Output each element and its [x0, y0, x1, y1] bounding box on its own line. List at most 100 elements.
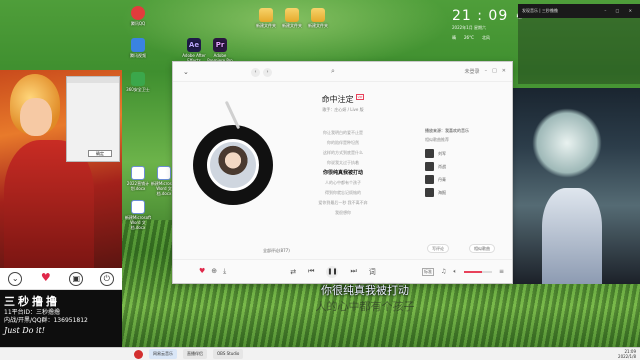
desktop-icon-label: 360安全卫士 [126, 87, 150, 92]
live-controls: ⌄ ♥ ▣ ⏻ [0, 268, 122, 290]
gift-icon[interactable]: ▣ [69, 271, 84, 286]
desktop-icon-qq[interactable]: 腾讯QQ [124, 6, 152, 26]
tray-date: 2022/1/8 [618, 354, 636, 359]
right-panel-titlebar: 发现音乐 | 三秒撸撸 – □ ✕ [518, 4, 640, 18]
desktop-icon-label: 新建Microsoft Word 文档.docx [124, 215, 152, 230]
play-source[interactable]: 播放来源：我喜欢的音乐 [425, 128, 505, 134]
shield-icon [131, 72, 145, 86]
webcam-overlay: 确定 [0, 70, 122, 270]
folder-icon [285, 8, 299, 22]
lyric-line[interactable]: 这样的方式到底是什么 [283, 148, 403, 158]
desktop-icon-label: 腾讯视频 [130, 53, 146, 58]
playlist-icon[interactable]: ≡ [499, 268, 504, 275]
song-thumbnail [425, 149, 434, 158]
wind-label: 北风 [481, 35, 490, 40]
signature: Just Do it! [4, 326, 45, 335]
video-icon [131, 38, 145, 52]
heart-icon[interactable]: ♥ [199, 267, 205, 276]
desktop-icon-docx[interactable]: 2022营销计划.docx [124, 166, 152, 191]
desktop-icon-folder[interactable]: 新建文件夹 [304, 8, 332, 28]
volume-icon[interactable]: 🔈︎ [453, 268, 457, 276]
taskbar-task[interactable]: 直播伴侣 [183, 349, 207, 359]
heart-icon[interactable]: ♥ [39, 271, 53, 286]
confirm-button[interactable]: 确定 [88, 150, 112, 157]
song-artist[interactable]: 歌手：庄心妍 / Live 版 [283, 107, 403, 113]
shuffle-icon[interactable]: ⇄ [290, 268, 296, 276]
vinyl-disc [193, 125, 273, 205]
desktop-icon-folder[interactable]: 新建文件夹 [278, 8, 306, 28]
clock-date: 2022年1月 星期六 [452, 25, 486, 30]
similar-song-label: 刘军 [438, 150, 446, 156]
song-actions: ♥ ⊕ ⤓ [199, 267, 226, 276]
music-player-window: ⌄ ‹ › ⌕ 未登录 – □ ✕ 命中注定 VIP 歌手：庄心妍 / Live … [172, 61, 513, 284]
lyric-line[interactable]: 你说我太过于执着 [283, 158, 403, 168]
window-controls[interactable]: – □ ✕ [604, 4, 636, 18]
search-icon[interactable]: ⌕ [331, 67, 335, 76]
lyrics-panel: 你让我明白的爱不止是 你的陪伴是种坦然 这样的方式到底是什么 你说我太过于执着 你很纯真… [283, 128, 403, 218]
previous-icon[interactable]: ⏮ [308, 267, 314, 276]
similar-song-item[interactable]: 刘军 [425, 147, 505, 160]
similar-song-item[interactable]: 丹青 [425, 173, 505, 186]
subtitle-next: 人的心中都有个孩子 [315, 300, 415, 313]
similar-song-item[interactable]: 肖战 [425, 160, 505, 173]
desktop-icon-folder[interactable]: 新建文件夹 [252, 8, 280, 28]
after-effects-icon: Ae [187, 38, 201, 52]
lyrics-toggle-icon[interactable]: 词 [369, 267, 376, 277]
forward-icon[interactable]: › [263, 68, 272, 77]
back-icon[interactable]: ‹ [251, 68, 260, 77]
desktop-icon-tencent-video[interactable]: 腾讯视频 [124, 38, 152, 58]
right-panel-title: 发现音乐 | 三秒撸撸 [522, 8, 558, 13]
lyric-line[interactable]: 人的心中都有个孩子 [283, 178, 403, 188]
lyric-line[interactable]: 得到你就忘记烦恼的 [283, 188, 403, 198]
add-icon[interactable]: ⊕ [211, 267, 217, 276]
lyric-line[interactable]: 你让我明白的爱不止是 [283, 128, 403, 138]
effects-icon[interactable]: ♫ [441, 268, 446, 275]
moon-window [532, 108, 602, 178]
comment-count[interactable]: 全部评论(877) [263, 248, 290, 254]
download-icon[interactable]: ⤓ [223, 267, 226, 276]
desktop-icon-label: 新建文件夹 [256, 23, 276, 28]
lyric-line-active[interactable]: 你很纯真我被打动 [283, 168, 403, 178]
similar-song-item[interactable]: 海报 [425, 186, 505, 199]
write-comment-button[interactable]: 写评论 [427, 244, 449, 253]
player-extras: 标准 ♫ 🔈︎ ≡ [421, 267, 504, 276]
system-tray[interactable]: 21:09 2022/1/8 [618, 349, 636, 359]
song-thumbnail [425, 188, 434, 197]
next-icon[interactable]: ⏭ [350, 267, 356, 276]
folder-icon [259, 8, 273, 22]
right-panel: 发现音乐 | 三秒撸撸 – □ ✕ [518, 4, 640, 84]
similar-song-label: 肖战 [438, 163, 446, 169]
taskbar-task[interactable]: OBS Studio [213, 349, 244, 359]
account-label[interactable]: 未登录 [465, 68, 480, 75]
document-icon [131, 166, 145, 180]
desktop-icon-label: 2022营销计划.docx [126, 181, 150, 191]
lyric-line[interactable]: 爱你到最后一秒 我不离不弃 [283, 198, 403, 208]
netease-music-taskbar-icon[interactable] [134, 349, 143, 359]
taskbar: 网易云音乐 直播伴侣 OBS Studio 21:09 2022/1/8 [0, 347, 640, 360]
maximize-icon[interactable]: □ [492, 68, 497, 75]
minimize-icon[interactable]: – [485, 68, 488, 75]
taskbar-task[interactable]: 网易云音乐 [149, 349, 177, 359]
weather-label: 晴 [452, 35, 456, 40]
close-icon[interactable]: ✕ [502, 68, 506, 75]
contact-info: 内战/开黑/QQ群：136951812 [4, 317, 88, 324]
desktop-icon-after-effects[interactable]: Ae Adobe After Effects [180, 38, 208, 63]
power-icon[interactable]: ⏻ [99, 271, 114, 286]
vip-badge: VIP [355, 94, 365, 100]
platform-id: 11平台ID：三秒撸撸 [4, 309, 61, 316]
desktop-icon-360[interactable]: 360安全卫士 [124, 72, 152, 92]
lyric-line[interactable]: 你的陪伴是种坦然 [283, 138, 403, 148]
pause-button[interactable]: ❚❚ [326, 265, 339, 278]
lyric-line[interactable]: 我很想你 [283, 208, 403, 218]
similar-songs-button[interactable]: 相似歌曲 [469, 244, 495, 253]
chevron-down-icon[interactable]: ⌄ [8, 271, 23, 286]
desktop-icon-docx[interactable]: 新建Microsoft Word 文档.docx [124, 200, 152, 230]
volume-slider[interactable] [463, 270, 492, 273]
streamer-info: 三秒撸撸 11平台ID：三秒撸撸 内战/开黑/QQ群：136951812 Jus… [0, 290, 122, 350]
desktop-icon-premiere[interactable]: Pr Adobe Premiere Pro [206, 38, 234, 63]
quality-badge[interactable]: 标准 [421, 267, 434, 276]
chevron-down-icon[interactable]: ⌄ [183, 68, 189, 76]
premiere-icon: Pr [213, 38, 227, 52]
song-thumbnail [425, 175, 434, 184]
subtitle-current: 你很纯真我被打动 [321, 284, 409, 297]
